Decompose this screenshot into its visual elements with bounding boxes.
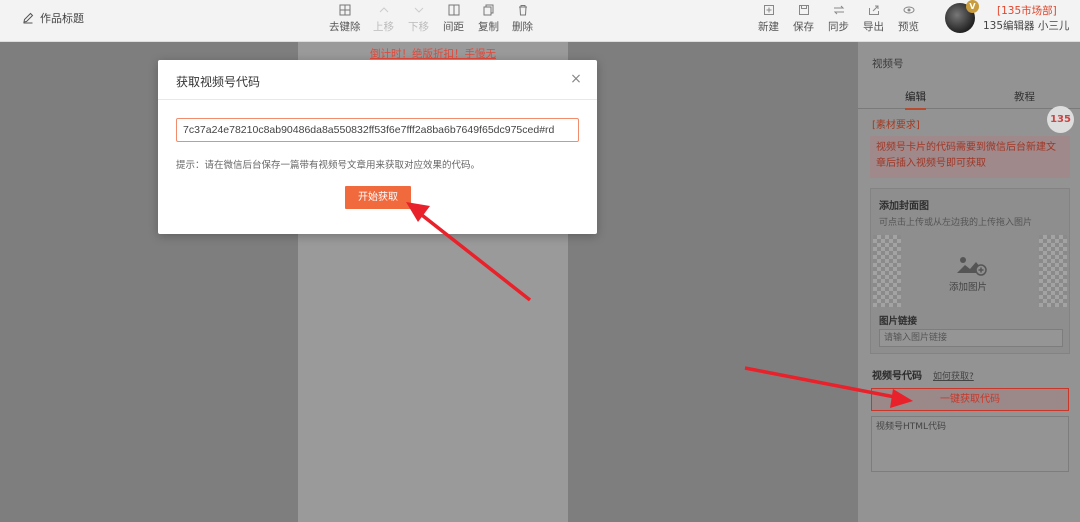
get-code-modal: 获取视频号代码 × 7c37a24e78210c8ab90486da8a5508…: [158, 60, 597, 234]
doc-title-area[interactable]: 作品标题: [22, 10, 84, 26]
modal-header: 获取视频号代码 ×: [158, 60, 597, 100]
cover-title: 添加封面图: [879, 201, 929, 212]
checker-right: [1039, 235, 1067, 307]
tool-move-down[interactable]: 下移: [408, 4, 429, 34]
one-key-get-code-button[interactable]: 一键获取代码: [871, 388, 1069, 411]
tool-move-up[interactable]: 上移: [373, 4, 394, 34]
tool-sync[interactable]: 同步: [828, 4, 849, 34]
add-image-label[interactable]: 添加图片: [949, 279, 987, 293]
checker-left: [873, 235, 901, 307]
right-panel: 视频号 编辑 教程 [素材要求] 视频号卡片的代码需要到微信后台新建文章后插入视…: [858, 42, 1080, 522]
copy-icon: [483, 4, 493, 16]
user-name[interactable]: 135编辑器 小三儿: [983, 18, 1069, 33]
code-label: 视频号代码: [872, 371, 922, 382]
tool-clear-keys[interactable]: 去键除: [329, 4, 361, 34]
save-icon: [798, 5, 809, 15]
logo-135-icon[interactable]: 135: [1047, 106, 1074, 133]
panel-tabs: 编辑 教程: [858, 87, 1080, 110]
tool-export[interactable]: 导出: [863, 4, 884, 34]
notice-box: 视频号卡片的代码需要到微信后台新建文章后插入视频号即可获取: [870, 136, 1070, 178]
tool-new[interactable]: 新建: [758, 4, 779, 34]
start-fetch-button[interactable]: 开始获取: [345, 186, 411, 209]
export-icon: [868, 5, 879, 15]
add-image-icon[interactable]: [955, 253, 987, 277]
image-link-label: 图片链接: [879, 316, 918, 327]
doc-title: 作品标题: [40, 12, 84, 25]
image-link-input[interactable]: 请输入图片链接: [879, 329, 1063, 347]
tab-tutorial[interactable]: 教程: [1014, 89, 1035, 104]
top-toolbar: 作品标题 去键除 上移 下移 间距 复制 删除 新建 保存 同步 导出 预览 V…: [0, 0, 1080, 42]
howto-link[interactable]: 如何获取?: [933, 369, 974, 382]
new-icon: [763, 5, 774, 15]
modal-hint: 提示：请在微信后台保存一篇带有视频号文章用来获取对应效果的代码。: [176, 160, 481, 171]
trash-icon: [518, 5, 527, 16]
down-icon: [414, 7, 423, 13]
spacing-icon: [448, 4, 459, 16]
video-code-textarea[interactable]: 视频号HTML代码: [871, 416, 1069, 472]
panel-title: 视频号: [872, 58, 904, 70]
up-icon: [379, 7, 388, 13]
grid-icon: [339, 4, 351, 16]
sync-icon: [833, 5, 844, 15]
preview-icon: [903, 6, 914, 14]
pencil-icon: [23, 12, 34, 24]
close-icon[interactable]: ×: [569, 72, 583, 86]
section-label: [素材要求]: [872, 120, 920, 131]
cover-upload-box: 添加封面图 可点击上传或从左边我的上传拖入图片 添加图片 图片链接 请输入图片链…: [870, 188, 1070, 354]
tool-spacing[interactable]: 间距: [443, 4, 464, 34]
tool-copy[interactable]: 复制: [478, 4, 499, 34]
article-link-input[interactable]: 7c37a24e78210c8ab90486da8a550832ff53f6e7…: [176, 118, 579, 142]
tool-delete[interactable]: 删除: [512, 4, 533, 34]
tool-save[interactable]: 保存: [793, 4, 814, 34]
user-dept[interactable]: [135市场部]: [997, 3, 1057, 18]
promo-link[interactable]: 倒计时！绝版折扣！手慢无: [370, 46, 496, 61]
vip-badge: V: [966, 0, 979, 13]
cover-hint: 可点击上传或从左边我的上传拖入图片: [879, 218, 1033, 228]
modal-title: 获取视频号代码: [176, 75, 261, 89]
tab-edit[interactable]: 编辑: [905, 89, 926, 110]
tool-preview[interactable]: 预览: [898, 4, 919, 34]
